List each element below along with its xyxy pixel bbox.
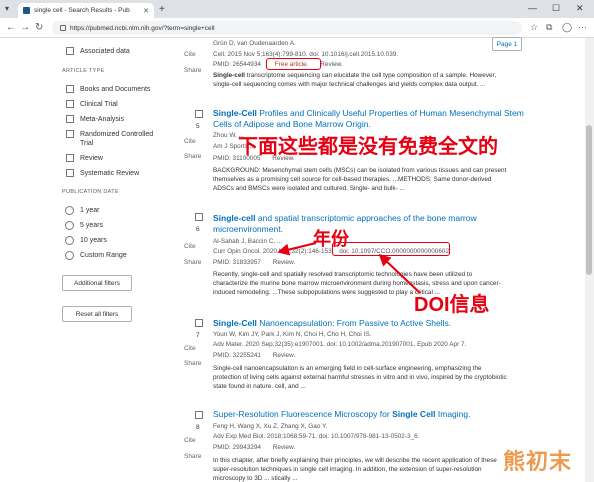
year-arrow — [277, 242, 317, 256]
annotation-arrows — [277, 242, 421, 294]
doi-arrow — [378, 253, 421, 294]
watermark-logo: 熊初末 — [503, 449, 573, 474]
